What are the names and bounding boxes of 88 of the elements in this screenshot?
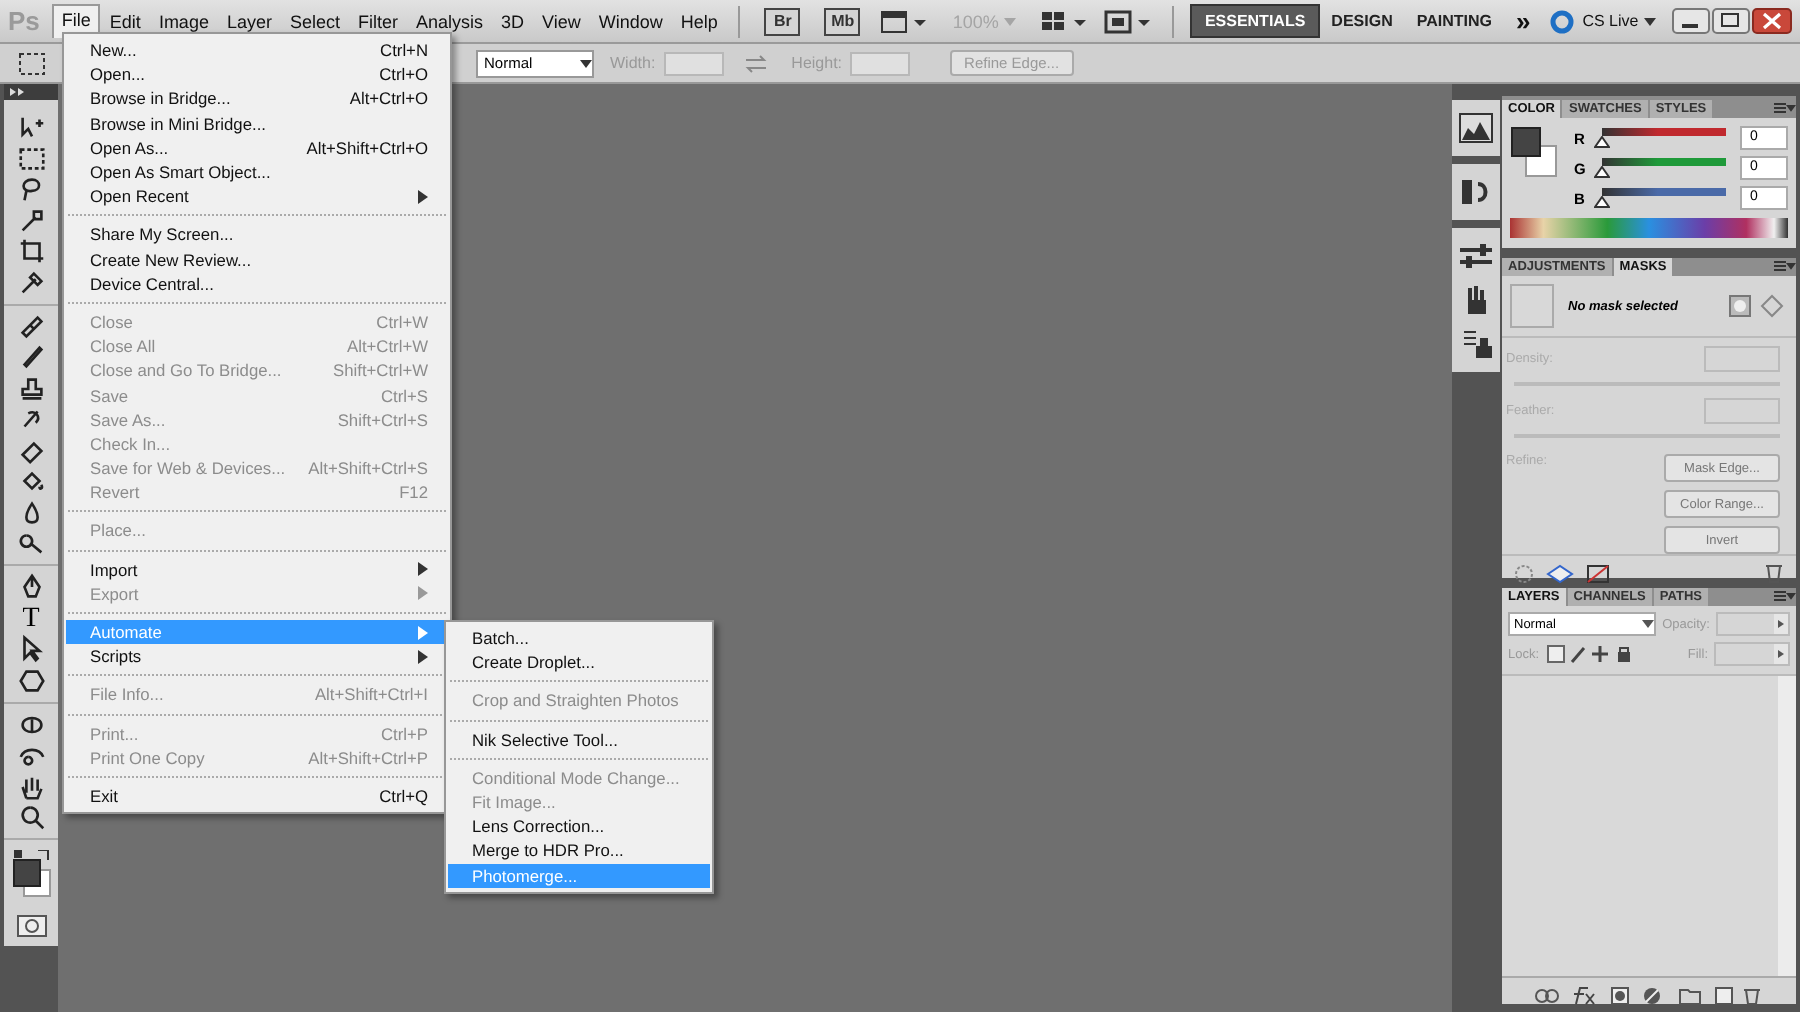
menu-item[interactable]: 3D [492,5,534,37]
menu-item[interactable]: Window [589,5,672,37]
mini-bridge-button[interactable]: Mb [824,7,861,35]
workspace-button[interactable]: DESIGN [1319,6,1405,36]
menu-entry[interactable]: Browse in Bridge... Alt+Ctrl+O [66,86,448,112]
menu-entry[interactable]: Browse in Mini Bridge... [66,111,448,136]
menu-entry[interactable]: Open As Smart Object... [66,159,448,185]
menu-entry-label: Check In... [90,433,171,454]
menu-entry[interactable]: Batch... [448,626,710,651]
menu-entry-label: Place... [90,520,146,541]
menu-entry-label: Export [90,583,139,604]
cs-live-menu[interactable]: CS Live [1582,12,1657,30]
menu-entry[interactable]: Import [66,557,448,582]
shortcut-label: Shift+Ctrl+W [333,360,428,381]
menu-entry-label: Scripts [90,646,142,667]
menu-entry-label: Create Droplet... [472,652,595,673]
menu-entry[interactable]: Open Recent [66,184,448,209]
menu-entry-label: Browse in Mini Bridge... [90,113,266,134]
menu-item[interactable]: Select [280,5,349,37]
menu-item[interactable]: Edit [100,5,150,37]
menu-item[interactable]: Image [149,5,218,37]
shortcut-label: F12 [399,482,428,503]
menu-entry-label: Exit [90,785,118,806]
menu-entry-label: Open As... [90,137,169,158]
menu-entry[interactable]: Open As... Alt+Shift+Ctrl+O [66,135,448,160]
menu-entry-label: Import [90,559,138,580]
menu-entry-label: Save As... [90,409,166,430]
shortcut-label: Alt+Ctrl+O [349,88,428,109]
shortcut-label: Alt+Ctrl+W [347,336,428,357]
menu-item[interactable]: View [533,5,590,37]
menu-entry-label: File Info... [90,684,164,705]
app-logo: Ps [8,6,40,36]
menu-entry[interactable]: Exit Ctrl+Q [66,783,448,809]
menu-entry[interactable]: Nik Selective Tool... [448,727,710,752]
menu-entry[interactable]: Device Central... [66,271,448,296]
shortcut-label: Ctrl+P [380,723,428,744]
shortcut-label: Shift+Ctrl+S [337,409,428,430]
menu-entry-label: Merge to HDR Pro... [472,840,624,861]
menu-item[interactable]: Layer [217,5,281,37]
menu-entry-label: Conditional Mode Change... [472,767,680,788]
menu-entry-label: Photomerge... [472,865,578,886]
shortcut-label: Alt+Shift+Ctrl+P [308,747,428,768]
menu-entry[interactable]: Scripts [66,644,448,669]
menu-entry-label: Open Recent [90,186,189,207]
shortcut-label: Ctrl+S [380,385,428,406]
menu-item[interactable]: Analysis [406,5,492,37]
menu-item[interactable]: Help [671,5,727,37]
menu-entry-label: Nik Selective Tool... [472,729,618,750]
menu-entry-label: Device Central... [90,273,214,294]
shortcut-label: Ctrl+O [379,64,428,85]
menu-entry[interactable]: Lens Correction... [448,814,710,839]
menu-entry[interactable]: Create New Review... [66,247,448,272]
menu-entry-label: Automate [90,622,162,643]
menu-entry-label: Open As Smart Object... [90,162,271,183]
menu-entry-label: Close All [90,336,156,357]
menu-entry[interactable]: Merge to HDR Pro... [448,838,710,863]
menu-entry-label: Close [90,311,133,332]
menu-entry-label: Crop and Straighten Photos [472,690,679,711]
shortcut-label: Alt+Shift+Ctrl+O [306,137,428,158]
menu-entry-label: Save for Web & Devices... [90,458,286,479]
menu-entry-label: Lens Correction... [472,816,605,837]
menu-entry-label: Save [90,385,129,406]
workspace-button[interactable]: ESSENTIALS [1190,4,1320,38]
shortcut-label: Alt+Shift+Ctrl+I [314,684,428,705]
menu-entry-label: Print One Copy [90,747,205,768]
workspace-button[interactable]: PAINTING [1404,6,1504,36]
menu-entry[interactable]: Create Droplet... [448,650,710,675]
menu-entry-label: Browse in Bridge... [90,88,231,109]
text-tool[interactable]: T [22,603,40,633]
menu-entry-label: Open... [90,64,145,85]
menu-entry-label: Share My Screen... [90,224,234,245]
menu-entry[interactable]: Share My Screen... [66,222,448,247]
menu-entry[interactable]: New... Ctrl+N [66,38,448,63]
menu-entry-label: Create New Review... [90,249,252,270]
shortcut-label: Alt+Shift+Ctrl+S [308,458,428,479]
shortcut-label: Ctrl+W [376,311,428,332]
shortcut-label: Ctrl+N [380,40,428,61]
shortcut-label: Ctrl+Q [379,785,428,806]
menu-entry-label: Revert [90,482,140,503]
more-workspaces[interactable]: » [1515,6,1531,36]
bridge-button[interactable]: Br [764,7,801,35]
menu-entry-label: New... [90,40,137,61]
menu-entry[interactable]: Open... Ctrl+O [66,62,448,87]
menu-entry-label: Print... [90,723,139,744]
menu-entry-label: Batch... [472,628,529,649]
menu-entry-label: Fit Image... [472,792,556,813]
menu-item[interactable]: Filter [348,5,407,37]
menu-entry-label: Close and Go To Bridge... [90,360,282,381]
